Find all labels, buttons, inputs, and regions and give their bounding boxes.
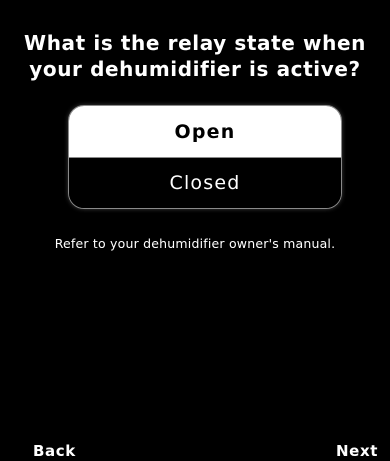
next-button[interactable]: Next [336, 442, 378, 460]
option-open[interactable]: Open [69, 106, 341, 157]
option-closed[interactable]: Closed [69, 157, 341, 208]
question-title: What is the relay state when your dehumi… [0, 30, 390, 82]
hint-text: Refer to your dehumidifier owner's manua… [54, 236, 336, 251]
relay-state-selector: Open Closed [68, 105, 342, 209]
question-line-1: What is the relay state when [24, 31, 366, 55]
question-line-2: your dehumidifier is active? [29, 57, 361, 81]
back-button[interactable]: Back [33, 442, 76, 460]
